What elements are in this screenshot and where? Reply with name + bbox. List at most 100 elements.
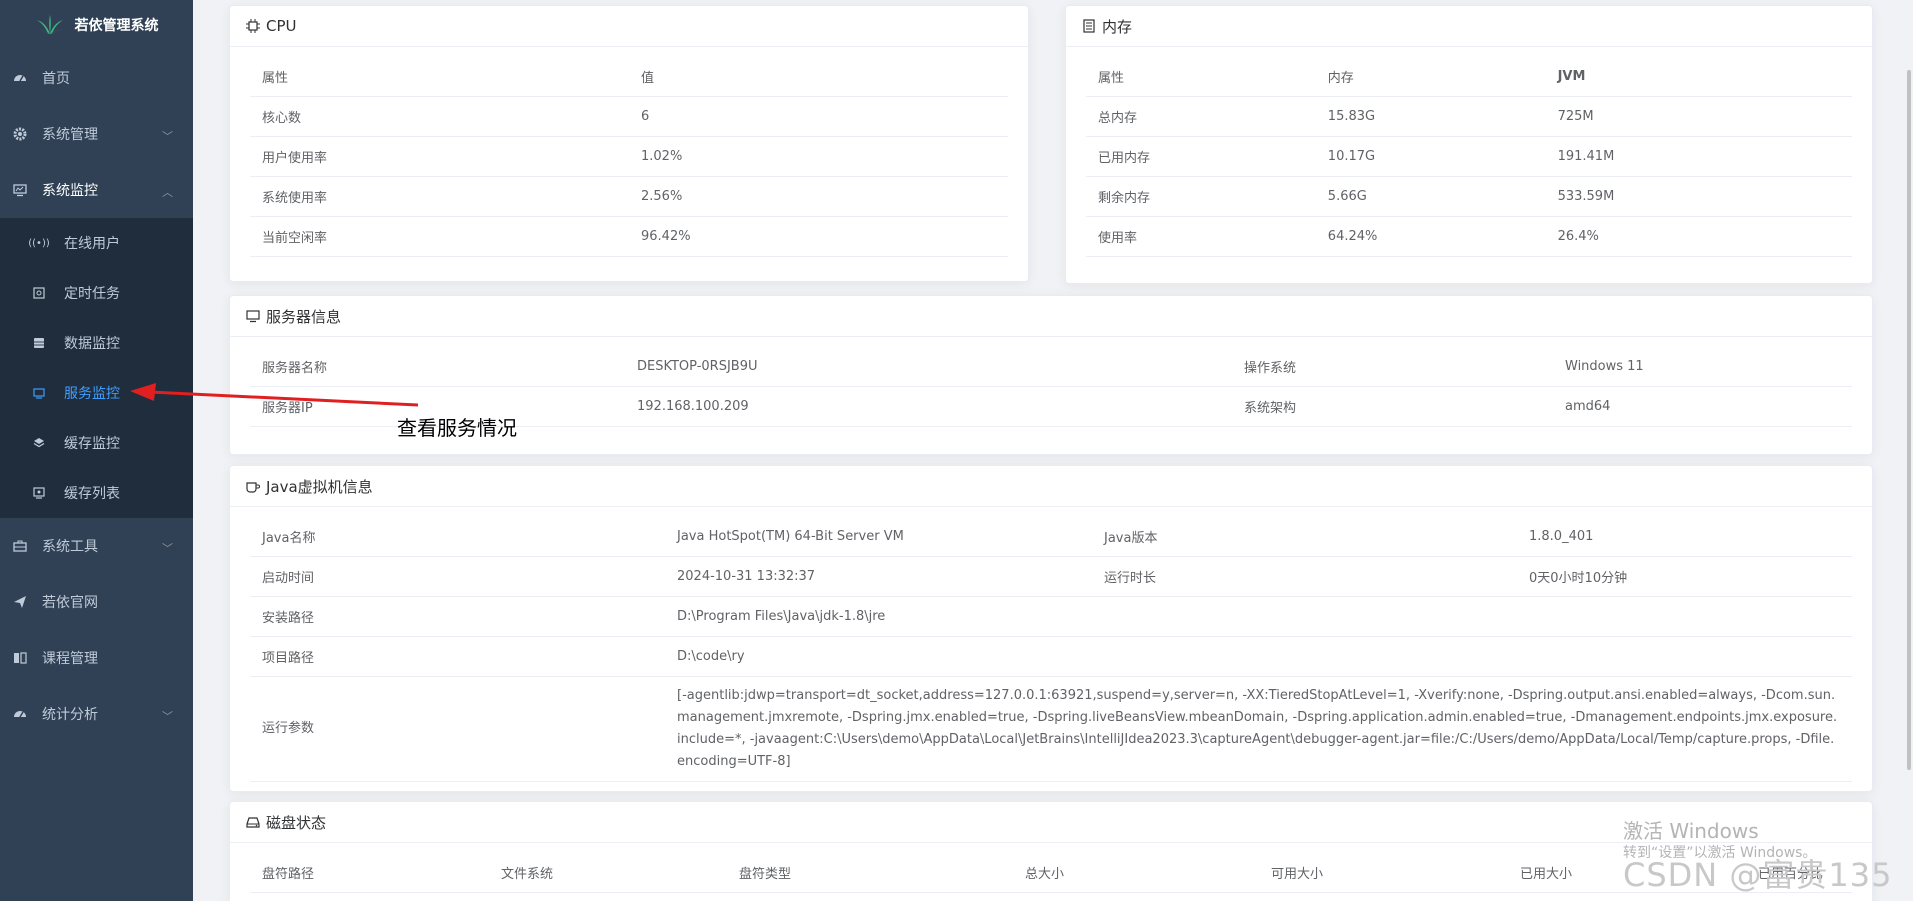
list-monitor-icon — [32, 486, 46, 500]
annotation-arrow — [130, 383, 419, 407]
monitor-icon — [12, 182, 28, 198]
memory-table: 属性 内存 JVM 总内存 15.83G 725M 已用内存 10.17G 191.41… — [1086, 57, 1852, 257]
send-icon — [12, 594, 28, 610]
sidebar-item-system-monitor[interactable]: 系统监控 ︿ — [0, 162, 193, 218]
column-header: 属性 — [250, 57, 629, 97]
sidebar-item-course-manage[interactable]: 课程管理 — [0, 630, 193, 686]
table-header-row: 属性 内存 JVM — [1086, 57, 1852, 97]
sidebar-item-online-users[interactable]: ((•)) 在线用户 — [0, 218, 193, 268]
scrollbar-thumb[interactable] — [1907, 70, 1911, 770]
card-title: 磁盘状态 — [266, 813, 327, 832]
cell: 10.17G — [1315, 136, 1546, 177]
disk-table: 盘符路径 文件系统 盘符类型 总大小 可用大小 已用大小 已用百分比 — [250, 853, 1852, 893]
csdn-watermark: CSDN @富贵135 — [1623, 856, 1893, 894]
table-row: 服务器名称 DESKTOP-0RSJB9U 操作系统 Windows 11 — [250, 347, 1852, 387]
sidebar-item-label: 若依官网 — [42, 595, 98, 611]
sidebar: 若依管理系统 首页 系统管理 ﹀ 系统监控 ︿ ((•)) 在线用户 定时任务 — [0, 0, 193, 901]
table-row: 总内存 15.83G 725M — [1086, 96, 1852, 137]
job-icon — [32, 286, 46, 300]
sidebar-item-label: 缓存列表 — [64, 486, 120, 502]
card-title: 内存 — [1102, 17, 1133, 36]
cell: Java版本 — [1092, 517, 1517, 557]
table-row: 启动时间 2024-10-31 13:32:37 运行时长 0天0小时10分钟 — [250, 556, 1852, 597]
cell: Java HotSpot(TM) 64-Bit Server VM — [665, 517, 1092, 557]
signal-icon: ((•)) — [28, 237, 50, 249]
cpu-card: CPU 属性 值 核心数 6 用户使用率 1.02% 系统使用率 2.56% 当前空闲… — [229, 5, 1029, 282]
sidebar-item-label: 系统监控 — [42, 183, 98, 199]
toolbox-icon — [12, 538, 28, 554]
sidebar-item-label: 服务监控 — [64, 386, 120, 402]
sidebar-item-statistics[interactable]: 统计分析 ﹀ — [0, 686, 193, 742]
cell: 运行参数 — [250, 676, 665, 782]
chevron-down-icon: ﹀ — [162, 710, 173, 723]
table-row: 安装路径 D:\Program Files\Java\jdk-1.8\jre — [250, 596, 1852, 637]
card-header: Java虚拟机信息 — [230, 466, 1872, 507]
card-header: 内存 — [1066, 6, 1872, 47]
cell: Windows 11 — [1553, 347, 1852, 387]
chevron-down-icon: ﹀ — [162, 130, 173, 143]
sidebar-item-scheduled-tasks[interactable]: 定时任务 — [0, 268, 193, 318]
cell: Java名称 — [250, 517, 665, 557]
cell: 已用内存 — [1086, 136, 1316, 177]
table-row: 系统使用率 2.56% — [250, 176, 1008, 217]
cpu-icon — [246, 19, 260, 33]
column-header: 可用大小 — [1259, 853, 1508, 893]
layers-icon — [32, 436, 46, 450]
memory-icon — [1082, 19, 1096, 33]
app-title: 若依管理系统 — [74, 18, 159, 34]
column-header: 值 — [629, 57, 1008, 97]
cell: DESKTOP-0RSJB9U — [625, 347, 1232, 387]
table-header-row: 属性 值 — [250, 57, 1008, 97]
cell: 96.42% — [629, 216, 1008, 257]
table-row: 使用率 64.24% 26.4% — [1086, 216, 1852, 257]
sidebar-item-label: 数据监控 — [64, 336, 120, 352]
cell: 2.56% — [629, 176, 1008, 217]
column-header: 总大小 — [1013, 853, 1259, 893]
table-row: Java名称 Java HotSpot(TM) 64-Bit Server VM… — [250, 517, 1852, 557]
sidebar-item-home[interactable]: 首页 — [0, 50, 193, 106]
sidebar-item-cache-monitor[interactable]: 缓存监控 — [0, 418, 193, 468]
table-row: 剩余内存 5.66G 533.59M — [1086, 176, 1852, 217]
sidebar-item-system-tools[interactable]: 系统工具 ﹀ — [0, 518, 193, 574]
cell: 1.02% — [629, 136, 1008, 177]
cell: 安装路径 — [250, 596, 665, 637]
jvm-table: Java名称 Java HotSpot(TM) 64-Bit Server VM… — [250, 517, 1852, 782]
cell: 运行时长 — [1092, 556, 1517, 597]
sidebar-item-system-manage[interactable]: 系统管理 ﹀ — [0, 106, 193, 162]
table-row: 项目路径 D:\code\ry — [250, 636, 1852, 677]
cell: 64.24% — [1315, 216, 1546, 257]
card-title: Java虚拟机信息 — [266, 477, 373, 496]
sidebar-item-label: 统计分析 — [42, 707, 98, 723]
cell: 15.83G — [1315, 96, 1546, 137]
cell: 6 — [629, 96, 1008, 137]
cell: 533.59M — [1545, 176, 1852, 217]
card-title: CPU — [266, 17, 297, 35]
logo[interactable]: 若依管理系统 — [0, 0, 193, 50]
sidebar-item-official-site[interactable]: 若依官网 — [0, 574, 193, 630]
sidebar-item-label: 在线用户 — [64, 236, 120, 252]
column-header: 盘符类型 — [727, 853, 1013, 893]
card-header: CPU — [230, 6, 1028, 47]
table-row: 已用内存 10.17G 191.41M — [1086, 136, 1852, 177]
cell: D:\code\ry — [665, 636, 1852, 677]
cell: 用户使用率 — [250, 136, 629, 177]
sidebar-item-label: 课程管理 — [42, 651, 98, 667]
windows-activation-watermark: 激活 Windows — [1623, 819, 1759, 843]
column-header: 属性 — [1086, 57, 1316, 97]
table-row: 核心数 6 — [250, 96, 1008, 137]
submenu-monitor: ((•)) 在线用户 定时任务 数据监控 服务监控 缓存监控 缓存列表 — [0, 218, 193, 518]
table-row: 当前空闲率 96.42% — [250, 216, 1008, 257]
coffee-icon — [246, 479, 260, 493]
card-header: 服务器信息 — [230, 296, 1872, 337]
sidebar-item-cache-list[interactable]: 缓存列表 — [0, 468, 193, 518]
table-header-row: 盘符路径 文件系统 盘符类型 总大小 可用大小 已用大小 已用百分比 — [250, 853, 1852, 893]
table-row: 用户使用率 1.02% — [250, 136, 1008, 177]
cell: [-agentlib:jdwp=transport=dt_socket,addr… — [665, 676, 1852, 782]
sidebar-item-data-monitor[interactable]: 数据监控 — [0, 318, 193, 368]
column-header: 内存 — [1315, 57, 1546, 97]
table-row: 运行参数 [-agentlib:jdwp=transport=dt_socket… — [250, 676, 1852, 782]
chevron-down-icon: ﹀ — [162, 542, 173, 555]
column-header: 文件系统 — [489, 853, 727, 893]
dashboard-icon — [12, 70, 28, 86]
cell: 使用率 — [1086, 216, 1316, 257]
